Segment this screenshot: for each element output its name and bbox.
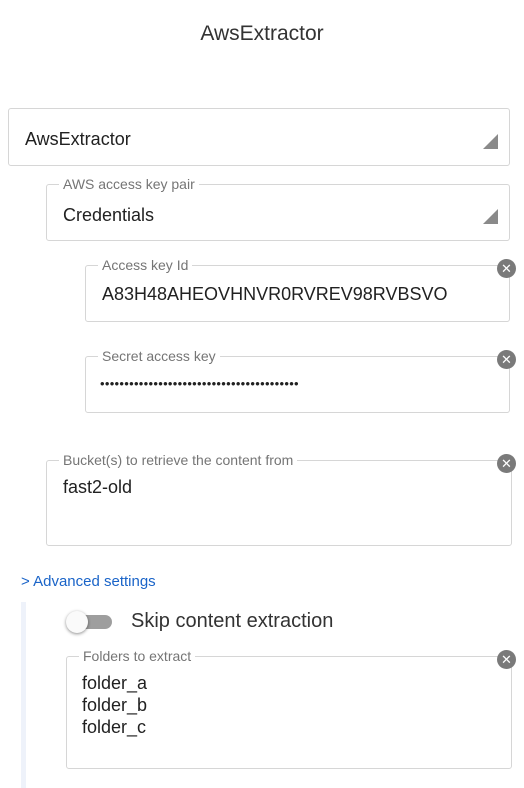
buckets-field[interactable]: Bucket(s) to retrieve the content from f… (46, 452, 512, 546)
folders-list: folder_a folder_b folder_c (82, 672, 147, 738)
aws-key-pair-legend: AWS access key pair (59, 176, 199, 192)
clear-circle-icon[interactable]: ✕ (497, 350, 516, 369)
extractor-select-value: AwsExtractor (25, 129, 131, 149)
toggle-knob (66, 611, 88, 633)
secret-access-key-value: ••••••••••••••••••••••••••••••••••••••••… (100, 376, 299, 391)
extractor-select[interactable]: AwsExtractor (8, 108, 510, 166)
access-key-id-value: A83H48AHEOVHNVR0RVREV98RVBSVO (102, 284, 448, 304)
secret-access-key-legend: Secret access key (98, 348, 220, 364)
aws-key-pair-select[interactable]: AWS access key pair Credentials (46, 176, 510, 241)
advanced-settings-link[interactable]: > Advanced settings (21, 573, 156, 590)
access-key-id-legend: Access key Id (98, 257, 193, 273)
dropdown-triangle-icon[interactable] (483, 134, 498, 149)
clear-circle-icon[interactable]: ✕ (497, 454, 516, 473)
clear-circle-icon[interactable]: ✕ (497, 259, 516, 278)
list-item: folder_a (82, 673, 148, 693)
clear-circle-icon[interactable]: ✕ (497, 650, 516, 669)
dropdown-triangle-icon[interactable] (483, 209, 498, 224)
advanced-section-bar (21, 602, 26, 788)
page-title: AwsExtractor (200, 22, 324, 45)
aws-key-pair-value: Credentials (63, 205, 155, 225)
secret-access-key-field[interactable]: Secret access key ••••••••••••••••••••••… (85, 348, 510, 413)
buckets-legend: Bucket(s) to retrieve the content from (59, 452, 298, 468)
skip-extraction-toggle[interactable] (66, 611, 114, 633)
folders-legend: Folders to extract (79, 648, 196, 664)
buckets-value: fast2-old (63, 477, 133, 497)
list-item: folder_b (82, 695, 148, 715)
list-item: folder_c (82, 717, 147, 737)
access-key-id-field[interactable]: Access key Id A83H48AHEOVHNVR0RVREV98RVB… (85, 257, 510, 322)
skip-extraction-label: Skip content extraction (131, 610, 334, 632)
